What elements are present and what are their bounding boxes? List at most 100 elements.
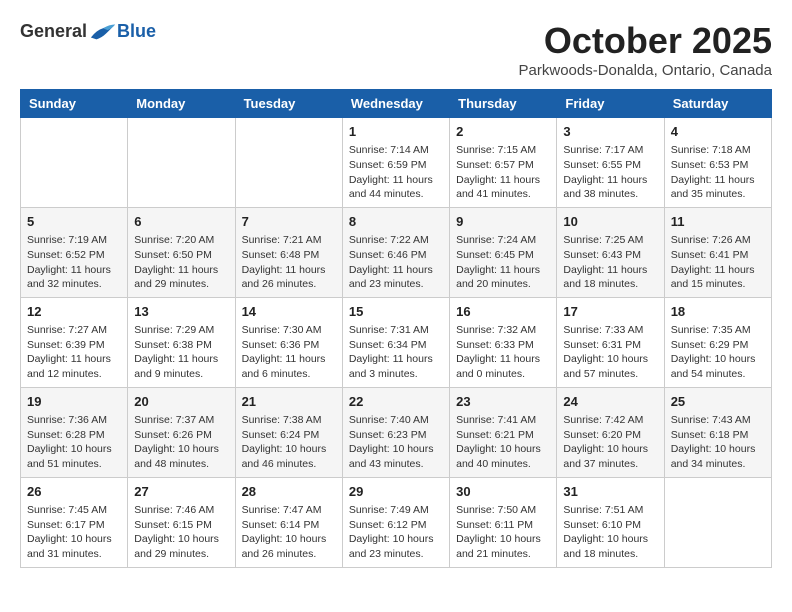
calendar-cell — [664, 477, 771, 567]
calendar-cell — [21, 118, 128, 208]
cell-content: 22 Sunrise: 7:40 AM Sunset: 6:23 PM Dayligh… — [349, 393, 443, 472]
location-subtitle: Parkwoods-Donalda, Ontario, Canada — [519, 62, 772, 79]
cell-content: 20Sunrise: 7:37 AMSunset: 6:26 PMDayligh… — [134, 393, 228, 472]
logo-blue-text: Blue — [117, 21, 156, 42]
day-number: 7 — [242, 213, 336, 231]
daylight-text: Daylight: 11 hours and 41 minutes. — [456, 174, 540, 201]
calendar-cell: 9Sunrise: 7:24 AMSunset: 6:45 PMDaylight… — [450, 207, 557, 297]
sunrise-text: Sunrise: 7:20 AM — [134, 234, 214, 246]
sunset-text: Sunset: 6:23 PM — [349, 429, 427, 441]
calendar-day-header: Sunday — [21, 90, 128, 118]
calendar-day-header: Thursday — [450, 90, 557, 118]
sunrise-text: Sunrise: 7:40 AM — [349, 414, 429, 426]
sunrise-text: Sunrise: 7:37 AM — [134, 414, 214, 426]
sunset-text: Sunset: 6:21 PM — [456, 429, 534, 441]
logo-general-text: General — [20, 21, 87, 42]
sunrise-text: Sunrise: 7:41 AM — [456, 414, 536, 426]
cell-content: 18Sunrise: 7:35 AMSunset: 6:29 PMDayligh… — [671, 303, 765, 382]
calendar-cell: 28Sunrise: 7:47 AMSunset: 6:14 PMDayligh… — [235, 477, 342, 567]
day-number: 27 — [134, 483, 228, 501]
day-number: 24 — [563, 393, 657, 411]
cell-content: 19Sunrise: 7:36 AMSunset: 6:28 PMDayligh… — [27, 393, 121, 472]
day-number: 10 — [563, 213, 657, 231]
calendar-week-row: 5Sunrise: 7:19 AMSunset: 6:52 PMDaylight… — [21, 207, 772, 297]
day-number: 31 — [563, 483, 657, 501]
sunset-text: Sunset: 6:50 PM — [134, 249, 212, 261]
logo: General Blue — [20, 20, 156, 42]
sunrise-text: Sunrise: 7:46 AM — [134, 504, 214, 516]
cell-content: 8Sunrise: 7:22 AMSunset: 6:46 PMDaylight… — [349, 213, 443, 292]
calendar-cell: 8Sunrise: 7:22 AMSunset: 6:46 PMDaylight… — [342, 207, 449, 297]
cell-content: 4Sunrise: 7:18 AMSunset: 6:53 PMDaylight… — [671, 123, 765, 202]
calendar-week-row: 12Sunrise: 7:27 AMSunset: 6:39 PMDayligh… — [21, 297, 772, 387]
day-number: 29 — [349, 483, 443, 501]
cell-content: 16Sunrise: 7:32 AMSunset: 6:33 PMDayligh… — [456, 303, 550, 382]
day-number: 15 — [349, 303, 443, 321]
daylight-text: Daylight: 10 hours and 48 minutes. — [134, 443, 219, 470]
title-section: October 2025 Parkwoods-Donalda, Ontario,… — [519, 20, 772, 79]
cell-content: 25Sunrise: 7:43 AMSunset: 6:18 PMDayligh… — [671, 393, 765, 472]
cell-content: 15Sunrise: 7:31 AMSunset: 6:34 PMDayligh… — [349, 303, 443, 382]
daylight-text: Daylight: 11 hours and 29 minutes. — [134, 264, 218, 291]
calendar-cell: 11Sunrise: 7:26 AMSunset: 6:41 PMDayligh… — [664, 207, 771, 297]
daylight-text: Daylight: 10 hours and 51 minutes. — [27, 443, 112, 470]
cell-content: 17Sunrise: 7:33 AMSunset: 6:31 PMDayligh… — [563, 303, 657, 382]
cell-content: 10Sunrise: 7:25 AMSunset: 6:43 PMDayligh… — [563, 213, 657, 292]
cell-content: 24Sunrise: 7:42 AMSunset: 6:20 PMDayligh… — [563, 393, 657, 472]
cell-content: 2Sunrise: 7:15 AMSunset: 6:57 PMDaylight… — [456, 123, 550, 202]
month-title: October 2025 — [519, 20, 772, 62]
sunset-text: Sunset: 6:31 PM — [563, 339, 641, 351]
sunset-text: Sunset: 6:11 PM — [456, 519, 533, 531]
daylight-text: Daylight: 11 hours and 18 minutes. — [563, 264, 647, 291]
daylight-text: Daylight: 10 hours and 37 minutes. — [563, 443, 648, 470]
calendar-cell: 21Sunrise: 7:38 AMSunset: 6:24 PMDayligh… — [235, 387, 342, 477]
day-number: 22 — [349, 393, 443, 411]
cell-content: 9Sunrise: 7:24 AMSunset: 6:45 PMDaylight… — [456, 213, 550, 292]
cell-content: 29Sunrise: 7:49 AMSunset: 6:12 PMDayligh… — [349, 483, 443, 562]
daylight-text: Daylight: 10 hours and 34 minutes. — [671, 443, 756, 470]
daylight-text: Daylight: 11 hours and 6 minutes. — [242, 353, 326, 380]
sunset-text: Sunset: 6:46 PM — [349, 249, 427, 261]
calendar-cell: 7Sunrise: 7:21 AMSunset: 6:48 PMDaylight… — [235, 207, 342, 297]
day-number: 18 — [671, 303, 765, 321]
day-number: 14 — [242, 303, 336, 321]
calendar-cell: 17Sunrise: 7:33 AMSunset: 6:31 PMDayligh… — [557, 297, 664, 387]
sunrise-text: Sunrise: 7:14 AM — [349, 144, 429, 156]
calendar-cell: 12Sunrise: 7:27 AMSunset: 6:39 PMDayligh… — [21, 297, 128, 387]
calendar-header-row: SundayMondayTuesdayWednesdayThursdayFrid… — [21, 90, 772, 118]
calendar-week-row: 26Sunrise: 7:45 AMSunset: 6:17 PMDayligh… — [21, 477, 772, 567]
calendar-cell: 23Sunrise: 7:41 AMSunset: 6:21 PMDayligh… — [450, 387, 557, 477]
sunset-text: Sunset: 6:36 PM — [242, 339, 320, 351]
calendar-cell: 24Sunrise: 7:42 AMSunset: 6:20 PMDayligh… — [557, 387, 664, 477]
daylight-text: Daylight: 11 hours and 3 minutes. — [349, 353, 433, 380]
daylight-text: Daylight: 10 hours and 23 minutes. — [349, 533, 434, 560]
day-number: 5 — [27, 213, 121, 231]
daylight-text: Daylight: 10 hours and 43 minutes. — [349, 443, 434, 470]
daylight-text: Daylight: 10 hours and 18 minutes. — [563, 533, 648, 560]
calendar-cell: 16Sunrise: 7:32 AMSunset: 6:33 PMDayligh… — [450, 297, 557, 387]
calendar-cell: 2Sunrise: 7:15 AMSunset: 6:57 PMDaylight… — [450, 118, 557, 208]
sunrise-text: Sunrise: 7:31 AM — [349, 324, 429, 336]
cell-content: 5Sunrise: 7:19 AMSunset: 6:52 PMDaylight… — [27, 213, 121, 292]
sunset-text: Sunset: 6:33 PM — [456, 339, 534, 351]
cell-content: 14Sunrise: 7:30 AMSunset: 6:36 PMDayligh… — [242, 303, 336, 382]
page-header: General Blue October 2025 Parkwoods-Dona… — [20, 20, 772, 79]
calendar-cell — [235, 118, 342, 208]
daylight-text: Daylight: 10 hours and 46 minutes. — [242, 443, 327, 470]
calendar-cell: 14Sunrise: 7:30 AMSunset: 6:36 PMDayligh… — [235, 297, 342, 387]
sunset-text: Sunset: 6:41 PM — [671, 249, 749, 261]
calendar-day-header: Saturday — [664, 90, 771, 118]
calendar-cell: 6Sunrise: 7:20 AMSunset: 6:50 PMDaylight… — [128, 207, 235, 297]
cell-content: 13Sunrise: 7:29 AMSunset: 6:38 PMDayligh… — [134, 303, 228, 382]
sunrise-text: Sunrise: 7:36 AM — [27, 414, 107, 426]
sunrise-text: Sunrise: 7:21 AM — [242, 234, 322, 246]
calendar-cell: 4Sunrise: 7:18 AMSunset: 6:53 PMDaylight… — [664, 118, 771, 208]
daylight-text: Daylight: 10 hours and 29 minutes. — [134, 533, 219, 560]
sunrise-text: Sunrise: 7:27 AM — [27, 324, 107, 336]
daylight-text: Daylight: 11 hours and 23 minutes. — [349, 264, 433, 291]
cell-content: 28Sunrise: 7:47 AMSunset: 6:14 PMDayligh… — [242, 483, 336, 562]
day-number: 3 — [563, 123, 657, 141]
sunrise-text: Sunrise: 7:17 AM — [563, 144, 643, 156]
daylight-text: Daylight: 11 hours and 15 minutes. — [671, 264, 755, 291]
sunset-text: Sunset: 6:48 PM — [242, 249, 320, 261]
